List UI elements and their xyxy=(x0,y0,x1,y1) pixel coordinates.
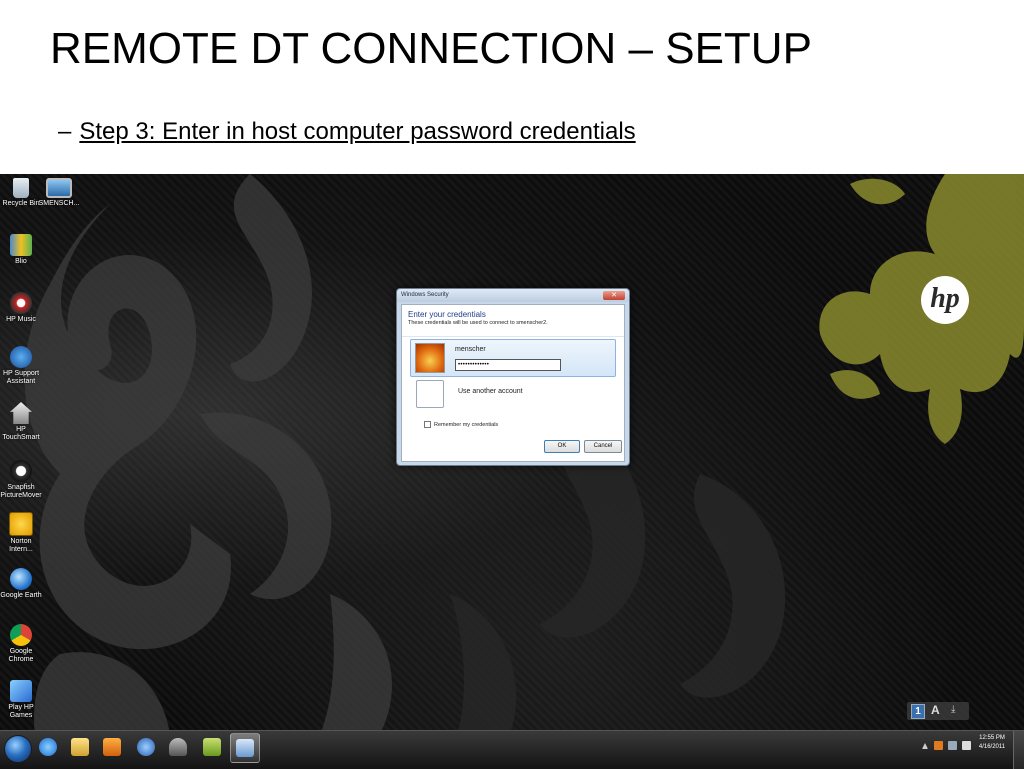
desktop-icon-label: Recycle Bin xyxy=(2,200,40,207)
media-player-icon xyxy=(103,738,121,756)
network-icon[interactable] xyxy=(948,741,957,750)
hp-app-icon xyxy=(203,738,221,756)
language-bar[interactable]: 1 A ⤓ xyxy=(907,702,969,720)
language-number: 1 xyxy=(911,704,925,719)
desktop-icon-label: HP TouchSmart xyxy=(2,426,40,441)
dialog-heading: Enter your credentials xyxy=(408,310,486,319)
internet-explorer-icon xyxy=(39,738,57,756)
blank-user-icon xyxy=(416,380,444,408)
password-field[interactable]: ••••••••••••• xyxy=(455,359,561,371)
google-earth-icon[interactable]: Google Earth xyxy=(0,568,42,600)
taskbar: 12:55 PM 4/16/2011 xyxy=(0,730,1024,769)
ok-button[interactable]: OK xyxy=(544,440,580,453)
hp-support-icon[interactable]: HP Support Assistant xyxy=(0,346,42,386)
show-desktop-button[interactable] xyxy=(1013,731,1024,769)
clock-date: 4/16/2011 xyxy=(978,744,1006,750)
clock-time: 12:55 PM xyxy=(979,735,1005,741)
device-icon xyxy=(169,738,187,756)
windows-security-dialog: Windows Security ✕ Enter your credential… xyxy=(396,288,630,466)
norton-icon[interactable]: Norton Intern... xyxy=(0,512,42,554)
hp-support-taskbar-button[interactable] xyxy=(132,733,160,761)
dialog-window-title: Windows Security xyxy=(401,292,449,298)
remote-desktop-icon xyxy=(236,739,254,757)
file-explorer-button[interactable] xyxy=(66,733,94,761)
desktop-icon-label: Norton Intern... xyxy=(9,538,33,553)
system-clock[interactable]: 12:55 PM 4/16/2011 xyxy=(972,734,1012,752)
desktop-icon-label: HP Music xyxy=(6,316,36,323)
hp-touchsmart-icon[interactable]: HP TouchSmart xyxy=(0,402,42,442)
start-button[interactable] xyxy=(4,735,32,763)
hp-music-icon[interactable]: HP Music xyxy=(0,292,42,324)
cancel-button[interactable]: Cancel xyxy=(584,440,622,453)
language-letter: A xyxy=(931,703,940,717)
remember-credentials[interactable]: Remember my credentials xyxy=(424,421,498,428)
slide-title: REMOTE DT CONNECTION – SETUP xyxy=(50,24,812,73)
media-player-button[interactable] xyxy=(98,733,126,761)
remember-checkbox[interactable] xyxy=(424,421,431,428)
hp-games-icon[interactable]: Play HP Games xyxy=(0,680,42,720)
close-button[interactable]: ✕ xyxy=(603,291,625,300)
credential-tile-selected[interactable]: menscher ••••••••••••• xyxy=(410,339,616,377)
bullet-dash: – xyxy=(58,118,72,145)
computer-icon[interactable]: SMENSCH... xyxy=(38,178,80,208)
slide-bullet: – Step 3: Enter in host computer password… xyxy=(58,118,636,146)
bullet-text: Step 3: Enter in host computer password … xyxy=(79,118,636,145)
desktop-icon-label: HP Support Assistant xyxy=(2,370,40,385)
action-center-icon[interactable] xyxy=(934,741,943,750)
desktop-icon-label: Google Earth xyxy=(0,592,42,599)
volume-icon[interactable] xyxy=(962,741,971,750)
hp-logo: hp xyxy=(921,276,969,324)
dialog-header: Enter your credentials These credentials… xyxy=(402,305,624,337)
language-bar-arrow-icon[interactable]: ⤓ xyxy=(951,704,955,715)
remote-desktop-button[interactable] xyxy=(230,733,260,763)
close-icon: ✕ xyxy=(611,292,617,299)
desktop-icon-label: Blio xyxy=(15,258,27,265)
user-avatar xyxy=(415,343,445,373)
device-button[interactable] xyxy=(164,733,192,761)
username-label: menscher xyxy=(455,346,486,353)
recycle-bin-icon[interactable]: Recycle Bin xyxy=(0,178,42,208)
damask-wallpaper xyxy=(24,174,1024,768)
show-hidden-icons-icon[interactable] xyxy=(922,743,928,749)
hp-support-icon xyxy=(137,738,155,756)
desktop-icon-label: Play HP Games xyxy=(8,704,34,719)
remember-label: Remember my credentials xyxy=(434,421,499,428)
internet-explorer-button[interactable] xyxy=(34,733,62,761)
dialog-subheading: These credentials will be used to connec… xyxy=(408,320,548,326)
use-another-account-label: Use another account xyxy=(458,388,523,395)
chrome-icon[interactable]: Google Chrome xyxy=(0,624,42,664)
snapfish-icon[interactable]: Snapfish PictureMover xyxy=(0,460,42,500)
dialog-body: Enter your credentials These credentials… xyxy=(401,304,625,462)
desktop-icon-label: Google Chrome xyxy=(8,648,34,663)
desktop-icon-label: SMENSCH... xyxy=(38,200,80,207)
use-another-account-tile[interactable]: Use another account xyxy=(410,379,614,411)
hp-app-button[interactable] xyxy=(198,733,226,761)
system-tray xyxy=(920,737,980,757)
dialog-titlebar[interactable]: Windows Security ✕ xyxy=(397,289,629,302)
desktop-screenshot: Recycle Bin SMENSCH... Blio HP Music HP … xyxy=(0,174,1024,768)
folder-icon xyxy=(71,738,89,756)
blio-icon[interactable]: Blio xyxy=(0,234,42,266)
desktop-icon-label: Snapfish PictureMover xyxy=(0,484,42,499)
